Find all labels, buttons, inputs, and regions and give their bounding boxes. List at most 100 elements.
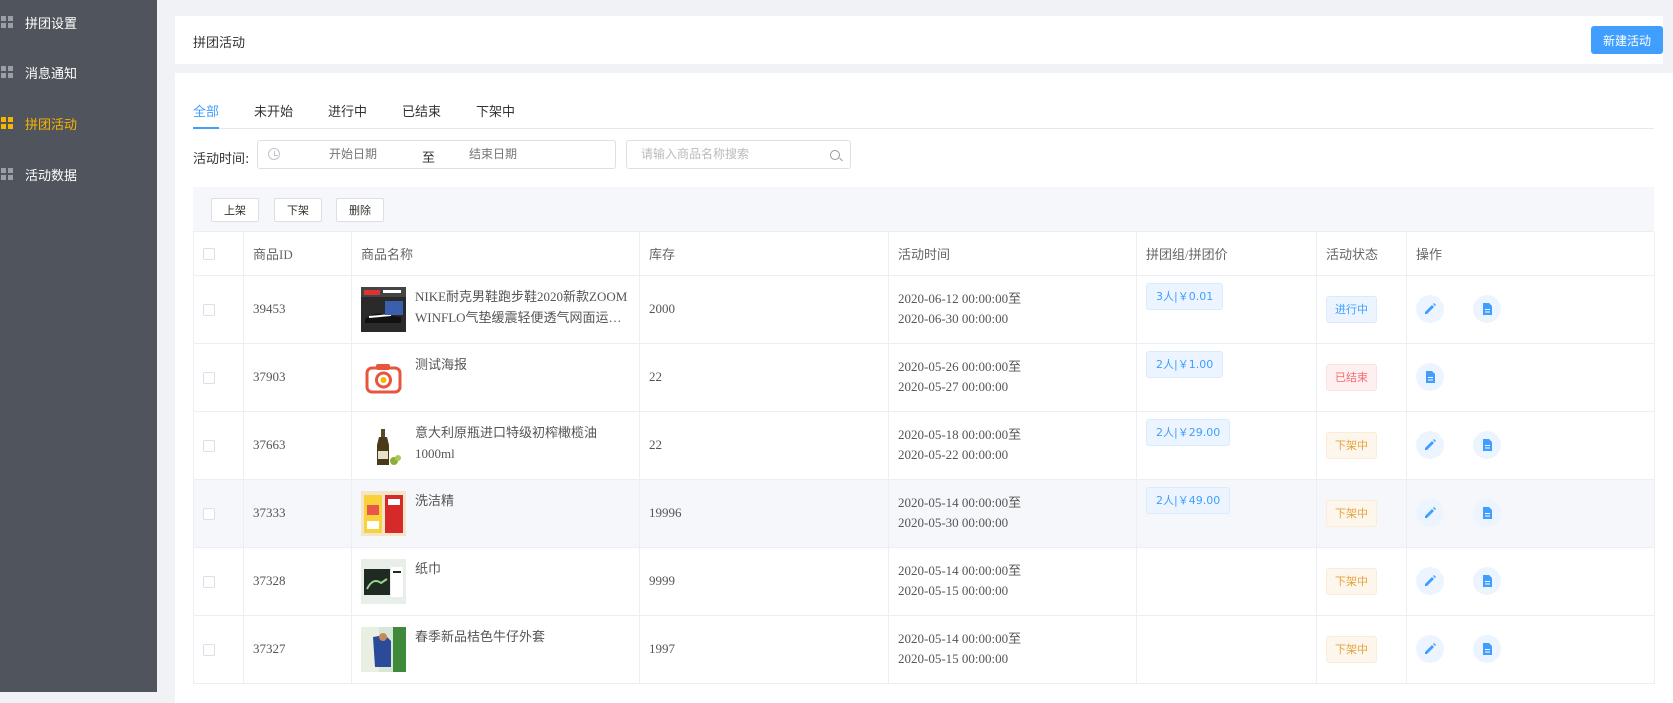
tab-offline[interactable]: 下架中: [476, 101, 515, 129]
end-date-input[interactable]: [448, 147, 538, 161]
product-name[interactable]: 测试海报: [415, 354, 467, 375]
edit-button[interactable]: [1416, 295, 1444, 323]
checkbox-cell: [194, 547, 244, 615]
table-row: 37328 纸巾: [194, 547, 1655, 615]
price-cell: [1137, 547, 1317, 615]
group-price-tag: 2人|￥49.00: [1146, 487, 1230, 514]
sidebar-item-group-activities[interactable]: 拼团活动: [0, 113, 157, 133]
product-name-cell: 春季新品桔色牛仔外套: [352, 615, 640, 683]
detail-button[interactable]: [1473, 567, 1501, 595]
detail-button[interactable]: [1473, 635, 1501, 663]
page-title: 拼团活动: [193, 32, 245, 51]
product-name[interactable]: 洗洁精: [415, 490, 454, 511]
new-activity-button[interactable]: 新建活动: [1591, 26, 1663, 54]
search-input[interactable]: [641, 147, 821, 161]
content-card: 全部 未开始 进行中 已结束 下架中 活动时间: 至 上架 下架 删除: [175, 73, 1673, 703]
edit-button[interactable]: [1416, 499, 1444, 527]
pencil-icon: [1423, 302, 1437, 316]
tab-ended[interactable]: 已结束: [402, 101, 441, 129]
data-table: 商品ID 商品名称 库存 活动时间 拼团组/拼团价 活动状态 操作 39453: [193, 232, 1655, 684]
row-checkbox[interactable]: [203, 304, 215, 316]
edit-button[interactable]: [1416, 567, 1444, 595]
table-toolbar: 上架 下架 删除: [193, 187, 1654, 232]
sidebar-item-label: 活动数据: [25, 165, 77, 184]
actions-cell: [1407, 343, 1655, 411]
price-cell: 2人|￥29.00: [1137, 411, 1317, 479]
row-checkbox[interactable]: [203, 440, 215, 452]
edit-button[interactable]: [1416, 431, 1444, 459]
column-header: 库存: [640, 232, 889, 275]
table-header-row: 商品ID 商品名称 库存 活动时间 拼团组/拼团价 活动状态 操作: [194, 232, 1655, 275]
tab-all[interactable]: 全部: [193, 101, 219, 129]
price-cell: 3人|￥0.01: [1137, 275, 1317, 343]
start-time: 2020-05-14 00:00:00至: [898, 561, 1127, 581]
status-cell: 下架中: [1317, 479, 1407, 547]
column-header: 商品名称: [352, 232, 640, 275]
product-name[interactable]: 意大利原瓶进口特级初榨橄榄油1000ml: [415, 422, 630, 464]
row-checkbox[interactable]: [203, 372, 215, 384]
row-checkbox[interactable]: [203, 644, 215, 656]
product-name-cell: 洗洁精: [352, 479, 640, 547]
table-row: 37663 意大利原瓶进口特级初榨橄榄油1000ml: [194, 411, 1655, 479]
actions-cell: [1407, 615, 1655, 683]
main-content: 拼团活动 新建活动 全部 未开始 进行中 已结束 下架中 活动时间: 至 上架 …: [157, 0, 1673, 692]
start-time: 2020-05-14 00:00:00至: [898, 629, 1127, 649]
product-thumbnail: [361, 423, 406, 468]
product-id: 39453: [244, 275, 352, 343]
end-time: 2020-05-30 00:00:00: [898, 513, 1127, 533]
activity-time-cell: 2020-05-14 00:00:00至 2020-05-30 00:00:00: [889, 479, 1137, 547]
grid-icon: [1, 117, 13, 129]
grid-icon: [1, 168, 13, 180]
grid-icon: [1, 16, 13, 28]
detail-button[interactable]: [1473, 499, 1501, 527]
detail-button[interactable]: [1473, 295, 1501, 323]
tab-not-started[interactable]: 未开始: [254, 101, 293, 129]
stock: 22: [640, 411, 889, 479]
status-cell: 进行中: [1317, 275, 1407, 343]
group-price-tag: 3人|￥0.01: [1146, 283, 1223, 310]
select-all-checkbox[interactable]: [203, 248, 215, 260]
product-name[interactable]: 纸巾: [415, 558, 441, 579]
row-checkbox[interactable]: [203, 576, 215, 588]
sidebar-item-group-settings[interactable]: 拼团设置: [0, 12, 157, 32]
product-id: 37327: [244, 615, 352, 683]
off-shelf-button[interactable]: 下架: [274, 198, 322, 222]
document-icon: [1480, 574, 1494, 588]
clock-icon: [268, 148, 280, 160]
product-thumbnail: [361, 287, 406, 332]
status-badge: 已结束: [1326, 364, 1377, 391]
document-icon: [1480, 302, 1494, 316]
product-name[interactable]: 春季新品桔色牛仔外套: [415, 626, 545, 647]
sidebar: 拼团设置 消息通知 拼团活动 活动数据: [0, 0, 157, 692]
start-date-input[interactable]: [308, 147, 398, 161]
actions-cell: [1407, 411, 1655, 479]
column-header: 活动状态: [1317, 232, 1407, 275]
start-time: 2020-06-12 00:00:00至: [898, 289, 1127, 309]
sidebar-item-activity-data[interactable]: 活动数据: [0, 164, 157, 184]
tab-ongoing[interactable]: 进行中: [328, 101, 367, 129]
detail-button[interactable]: [1416, 363, 1444, 391]
product-thumbnail: [361, 559, 406, 604]
date-range-picker[interactable]: 至: [257, 140, 616, 169]
pencil-icon: [1423, 438, 1437, 452]
product-name[interactable]: NIKE耐克男鞋跑步鞋2020新款ZOOM WINFLO气垫缓震轻便透气网面运动…: [415, 286, 630, 328]
sidebar-item-notifications[interactable]: 消息通知: [0, 62, 157, 82]
date-separator: 至: [422, 147, 435, 166]
table-row: 37333 洗洁: [194, 479, 1655, 547]
activity-time-cell: 2020-05-14 00:00:00至 2020-05-15 00:00:00: [889, 615, 1137, 683]
end-time: 2020-06-30 00:00:00: [898, 309, 1127, 329]
row-checkbox[interactable]: [203, 508, 215, 520]
activity-time-cell: 2020-06-12 00:00:00至 2020-06-30 00:00:00: [889, 275, 1137, 343]
product-thumbnail: [361, 355, 406, 400]
document-icon: [1480, 438, 1494, 452]
group-price-tag: 2人|￥1.00: [1146, 351, 1223, 378]
status-badge: 下架中: [1326, 636, 1377, 663]
search-icon[interactable]: [830, 150, 840, 160]
delete-button[interactable]: 删除: [336, 198, 384, 222]
table-row: 37327 春季新品桔色牛仔外套: [194, 615, 1655, 683]
edit-button[interactable]: [1416, 635, 1444, 663]
document-icon: [1480, 642, 1494, 656]
start-time: 2020-05-14 00:00:00至: [898, 493, 1127, 513]
on-shelf-button[interactable]: 上架: [211, 198, 259, 222]
detail-button[interactable]: [1473, 431, 1501, 459]
